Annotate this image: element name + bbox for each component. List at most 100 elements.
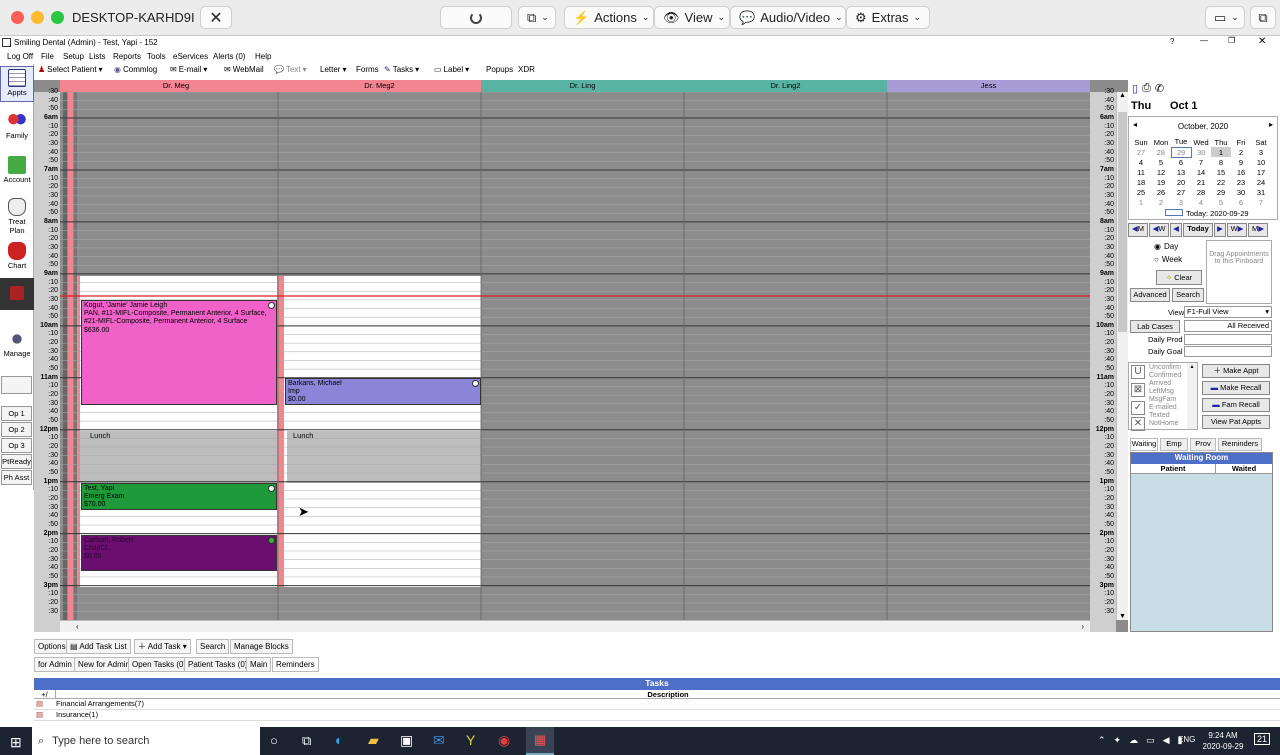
view-pat-appts-button[interactable]: View Pat Appts: [1202, 415, 1270, 429]
chrome-icon[interactable]: ◉: [498, 732, 510, 749]
week-radio[interactable]: ○ Week: [1154, 255, 1182, 264]
notification-badge[interactable]: 21: [1254, 733, 1271, 745]
module-imaging[interactable]: [0, 278, 34, 310]
dropbox-icon[interactable]: ✦: [1114, 735, 1122, 746]
today-link[interactable]: Today: 2020-09-29: [1165, 209, 1249, 218]
calendar-day[interactable]: 7: [1191, 157, 1211, 167]
view-menu[interactable]: 👁 View ⌄: [654, 6, 730, 29]
zoom-window-icon[interactable]: [51, 11, 64, 24]
search-button[interactable]: Search: [1172, 288, 1204, 302]
mail-icon[interactable]: ✉: [433, 732, 445, 749]
calendar-day[interactable]: 22: [1211, 177, 1231, 187]
make-appt-button[interactable]: ＋ Make Appt: [1202, 364, 1270, 378]
module-account[interactable]: Account: [0, 156, 34, 188]
calendar-day[interactable]: 11: [1131, 167, 1151, 177]
confirmation-list[interactable]: Unconfirm Confirmed Arrived LeftMsg MsgFam E-…: [1128, 362, 1198, 431]
vertical-scrollbar[interactable]: ▲ ▼: [1116, 92, 1128, 620]
provider-header[interactable]: Jess: [887, 80, 1090, 92]
confirmation-item[interactable]: Unconfirm: [1149, 364, 1181, 371]
scroll-up-icon[interactable]: ▲: [1119, 92, 1126, 99]
confirm-scrollbar[interactable]: ▴: [1187, 363, 1197, 429]
menu-item[interactable]: Log Off: [7, 52, 33, 61]
calendar-day[interactable]: 25: [1131, 187, 1151, 197]
phone-icon[interactable]: ▯: [1132, 82, 1138, 96]
cortana-icon[interactable]: ○: [270, 733, 278, 748]
commlog-button[interactable]: ◉ Commlog: [114, 65, 157, 74]
reload-button[interactable]: [440, 6, 512, 29]
calendar-day[interactable]: 9: [1231, 157, 1251, 167]
appointment-card[interactable]: Kogut, 'Jamie' Jamie Leigh PAN, #11-MIFL…: [81, 300, 277, 405]
calendar-day[interactable]: 4: [1131, 157, 1151, 167]
windows-start-icon[interactable]: ⊞: [10, 734, 22, 751]
status-x-icon[interactable]: ✕: [1131, 417, 1145, 431]
calendar-day[interactable]: 6: [1171, 157, 1191, 167]
calendar-day[interactable]: 8: [1211, 157, 1231, 167]
forms-button[interactable]: Forms: [356, 65, 379, 74]
calendar-day[interactable]: 15: [1211, 167, 1231, 177]
calendar-day[interactable]: 1: [1211, 147, 1231, 157]
store-icon[interactable]: ▣: [400, 732, 413, 749]
calendar-day[interactable]: 28: [1151, 147, 1171, 157]
email-button[interactable]: ✉ E-mail ▾: [170, 65, 207, 74]
right-tab[interactable]: Prov: [1190, 438, 1216, 451]
prev-month-button[interactable]: ◀M: [1128, 223, 1148, 237]
status-u-icon[interactable]: U: [1131, 365, 1145, 379]
module-treat-plan[interactable]: Treat Plan: [0, 198, 34, 238]
module-manage[interactable]: Manage: [0, 330, 34, 362]
taskbar-search[interactable]: ⌕ Type here to search: [32, 727, 260, 755]
clear-button[interactable]: ✧ Clear: [1156, 270, 1202, 285]
calendar-day[interactable]: 2: [1151, 197, 1171, 207]
network-icon[interactable]: ▭: [1146, 735, 1155, 746]
calendar-day[interactable]: 21: [1191, 177, 1211, 187]
fam-recall-button[interactable]: ▬ Fam Recall: [1202, 398, 1270, 412]
operatory-button[interactable]: Ph Asst: [1, 470, 32, 485]
status-arrived-icon[interactable]: ⊠: [1131, 383, 1145, 397]
calendar-day[interactable]: 18: [1131, 177, 1151, 187]
prev-day-button[interactable]: ◀: [1170, 223, 1182, 237]
horizontal-scrollbar[interactable]: ‹ ›: [60, 620, 1090, 632]
provider-header[interactable]: Dr. Ling2: [684, 80, 887, 92]
display-button[interactable]: ▭ ⌄: [1205, 6, 1245, 29]
calendar-day[interactable]: 16: [1231, 167, 1251, 177]
calendar-day[interactable]: 31: [1251, 187, 1271, 197]
menu-item[interactable]: Setup: [63, 52, 84, 61]
clock[interactable]: 9:24 AM 2020-09-29: [1200, 730, 1246, 752]
make-recall-button[interactable]: ▬ Make Recall: [1202, 381, 1270, 395]
next-week-button[interactable]: W▶: [1227, 223, 1247, 237]
advanced-button[interactable]: Advanced: [1130, 288, 1170, 302]
task-toolbar-button[interactable]: Search: [196, 639, 230, 654]
right-tab[interactable]: Reminders: [1218, 438, 1262, 451]
minimize-window-icon[interactable]: [31, 11, 44, 24]
xdr-button[interactable]: XDR: [518, 65, 535, 74]
confirmation-item[interactable]: LeftMsg: [1149, 388, 1174, 395]
task-view-icon[interactable]: ⧉: [302, 733, 311, 749]
pinboard[interactable]: Drag Appointments to this Pinboard: [1206, 240, 1272, 304]
operatory-button[interactable]: PtReady: [1, 454, 32, 469]
confirmation-item[interactable]: E-mailed: [1149, 404, 1177, 411]
disconnect-button[interactable]: ✕: [200, 6, 232, 29]
calendar-day[interactable]: 20: [1171, 177, 1191, 187]
right-tab[interactable]: Waiting: [1130, 438, 1158, 451]
calendar-day[interactable]: 24: [1251, 177, 1271, 187]
task-tab[interactable]: Patient Tasks (0): [184, 657, 252, 672]
calendar-day[interactable]: 27: [1171, 187, 1191, 197]
calendar-day[interactable]: 26: [1151, 187, 1171, 197]
clipboard-button[interactable]: ⧉ ⌄: [518, 6, 556, 29]
printer-icon[interactable]: ⎙: [1142, 82, 1151, 96]
calendar-day[interactable]: 29: [1170, 146, 1192, 158]
calendar-day[interactable]: 14: [1191, 167, 1211, 177]
calendar-day[interactable]: 4: [1191, 197, 1211, 207]
calendar-day[interactable]: 29: [1211, 187, 1231, 197]
minimize-icon[interactable]: —: [1200, 36, 1208, 45]
prev-week-button[interactable]: ◀W: [1149, 223, 1169, 237]
confirmation-item[interactable]: NotHome: [1149, 420, 1179, 427]
file-explorer-icon[interactable]: ▰: [368, 732, 379, 749]
confirmation-item[interactable]: Texted: [1149, 412, 1170, 419]
scroll-down-icon[interactable]: ▼: [1119, 613, 1126, 620]
calendar-day[interactable]: 12: [1151, 167, 1171, 177]
calendar-day[interactable]: 6: [1231, 197, 1251, 207]
confirmation-item[interactable]: Arrived: [1149, 380, 1171, 387]
task-tab[interactable]: New for Admin: [74, 657, 135, 672]
calendar-day[interactable]: 23: [1231, 177, 1251, 187]
day-radio[interactable]: ◉ Day: [1154, 242, 1178, 251]
